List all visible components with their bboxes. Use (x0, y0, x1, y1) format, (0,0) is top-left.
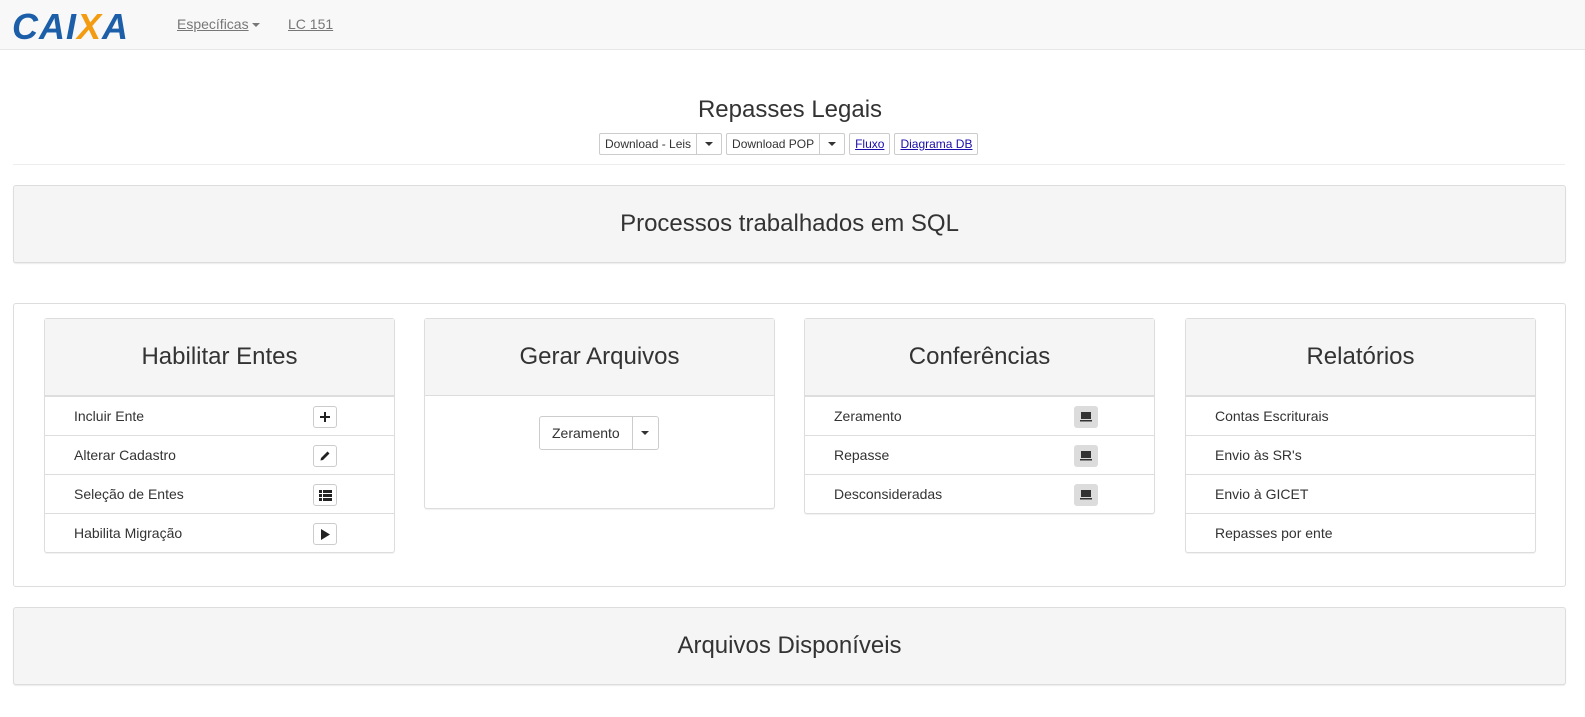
panel-habilitar-title: Habilitar Entes (45, 319, 394, 396)
list-item[interactable]: Envio às SR's (1186, 435, 1535, 474)
panel-relatorios: Relatórios Contas Escriturais Envio às S… (1185, 318, 1536, 553)
list-item[interactable]: Habilita Migração (45, 513, 394, 552)
download-leis-button[interactable]: Download - Leis (599, 133, 698, 155)
list-item[interactable]: Repasses por ente (1186, 513, 1535, 552)
panel-relatorios-title: Relatórios (1186, 319, 1535, 396)
list-item[interactable]: Incluir Ente (45, 396, 394, 435)
envio-srs-link[interactable]: Envio às SR's (1215, 447, 1302, 463)
contas-escriturais-link[interactable]: Contas Escriturais (1215, 408, 1329, 424)
chevron-down-icon (251, 23, 260, 28)
header-toolbar: Download - Leis Download POP Fluxo Diagr… (599, 133, 979, 155)
chevron-down-icon (641, 431, 650, 435)
conf-zeramento-label: Zeramento (834, 408, 902, 424)
list-item[interactable]: Contas Escriturais (1186, 396, 1535, 435)
conf-repasse-label: Repasse (834, 447, 890, 463)
section-sql-header[interactable]: Processos trabalhados em SQL (13, 185, 1566, 263)
list-item[interactable]: Zeramento (805, 396, 1154, 435)
envio-gicet-link[interactable]: Envio à GICET (1215, 486, 1308, 502)
list-item[interactable]: Repasse (805, 435, 1154, 474)
monitor-icon (1080, 450, 1092, 460)
panel-habilitar-entes: Habilitar Entes Incluir Ente Alterar Cad… (44, 318, 395, 553)
download-leis-dropdown-toggle[interactable] (697, 133, 723, 155)
alterar-cadastro-label: Alterar Cadastro (74, 447, 176, 463)
plus-icon (320, 412, 330, 422)
nav-lc151-link[interactable]: LC 151 (288, 16, 333, 32)
panel-gerar-body: Zeramento (425, 396, 774, 508)
zeramento-split-button: Zeramento (539, 416, 659, 450)
section-sql-title: Processos trabalhados em SQL (620, 210, 959, 237)
section-arquivos-title: Arquivos Disponíveis (677, 632, 902, 659)
header-divider (13, 164, 1565, 165)
play-icon (321, 528, 330, 540)
top-navbar: CAIXA Específicas LC 151 (0, 0, 1585, 50)
monitor-icon (1080, 411, 1092, 421)
download-leis-split-button: Download - Leis (599, 133, 723, 155)
conf-repasse-button[interactable] (1074, 445, 1098, 467)
download-pop-button[interactable]: Download POP (726, 133, 821, 155)
conf-desconsideradas-button[interactable] (1074, 484, 1098, 506)
list-item[interactable]: Envio à GICET (1186, 474, 1535, 513)
habilita-migracao-label: Habilita Migração (74, 525, 183, 541)
panel-gerar-title: Gerar Arquivos (425, 319, 774, 396)
download-pop-split-button: Download POP (726, 133, 846, 155)
list-item[interactable]: Alterar Cadastro (45, 435, 394, 474)
section-arquivos-header[interactable]: Arquivos Disponíveis (13, 607, 1566, 685)
selecao-entes-label: Seleção de Entes (74, 486, 184, 502)
alterar-cadastro-button[interactable] (313, 445, 337, 467)
list-icon (318, 489, 332, 501)
incluir-ente-label: Incluir Ente (74, 408, 145, 424)
download-pop-dropdown-toggle[interactable] (820, 133, 846, 155)
zeramento-button[interactable]: Zeramento (539, 416, 633, 450)
list-item[interactable]: Desconsideradas (805, 474, 1154, 513)
panel-conferencias-title: Conferências (805, 319, 1154, 396)
diagrama-db-link-button[interactable]: Diagrama DB (894, 133, 979, 155)
habilita-migracao-button[interactable] (313, 523, 337, 545)
chevron-down-icon (828, 142, 837, 146)
conf-desconsideradas-label: Desconsideradas (834, 486, 943, 502)
repasses-por-ente-link[interactable]: Repasses por ente (1215, 525, 1333, 541)
list-item[interactable]: Seleção de Entes (45, 474, 394, 513)
nav-especificas-dropdown[interactable]: Específicas (177, 16, 260, 32)
chevron-down-icon (705, 142, 714, 146)
panel-conferencias: Conferências Zeramento Repasse Desconsid… (804, 318, 1155, 514)
pencil-icon (320, 451, 330, 461)
monitor-icon (1080, 489, 1092, 499)
incluir-ente-button[interactable] (313, 406, 337, 428)
nav-especificas-label: Específicas (177, 16, 249, 32)
panel-gerar-arquivos: Gerar Arquivos Zeramento (424, 318, 775, 509)
selecao-entes-button[interactable] (313, 484, 337, 506)
zeramento-dropdown-toggle[interactable] (632, 416, 659, 450)
conf-zeramento-button[interactable] (1074, 406, 1098, 428)
caixa-logo[interactable]: CAIXA (12, 9, 129, 45)
fluxo-link-button[interactable]: Fluxo (849, 133, 891, 155)
page-title: Repasses Legais (697, 96, 883, 123)
